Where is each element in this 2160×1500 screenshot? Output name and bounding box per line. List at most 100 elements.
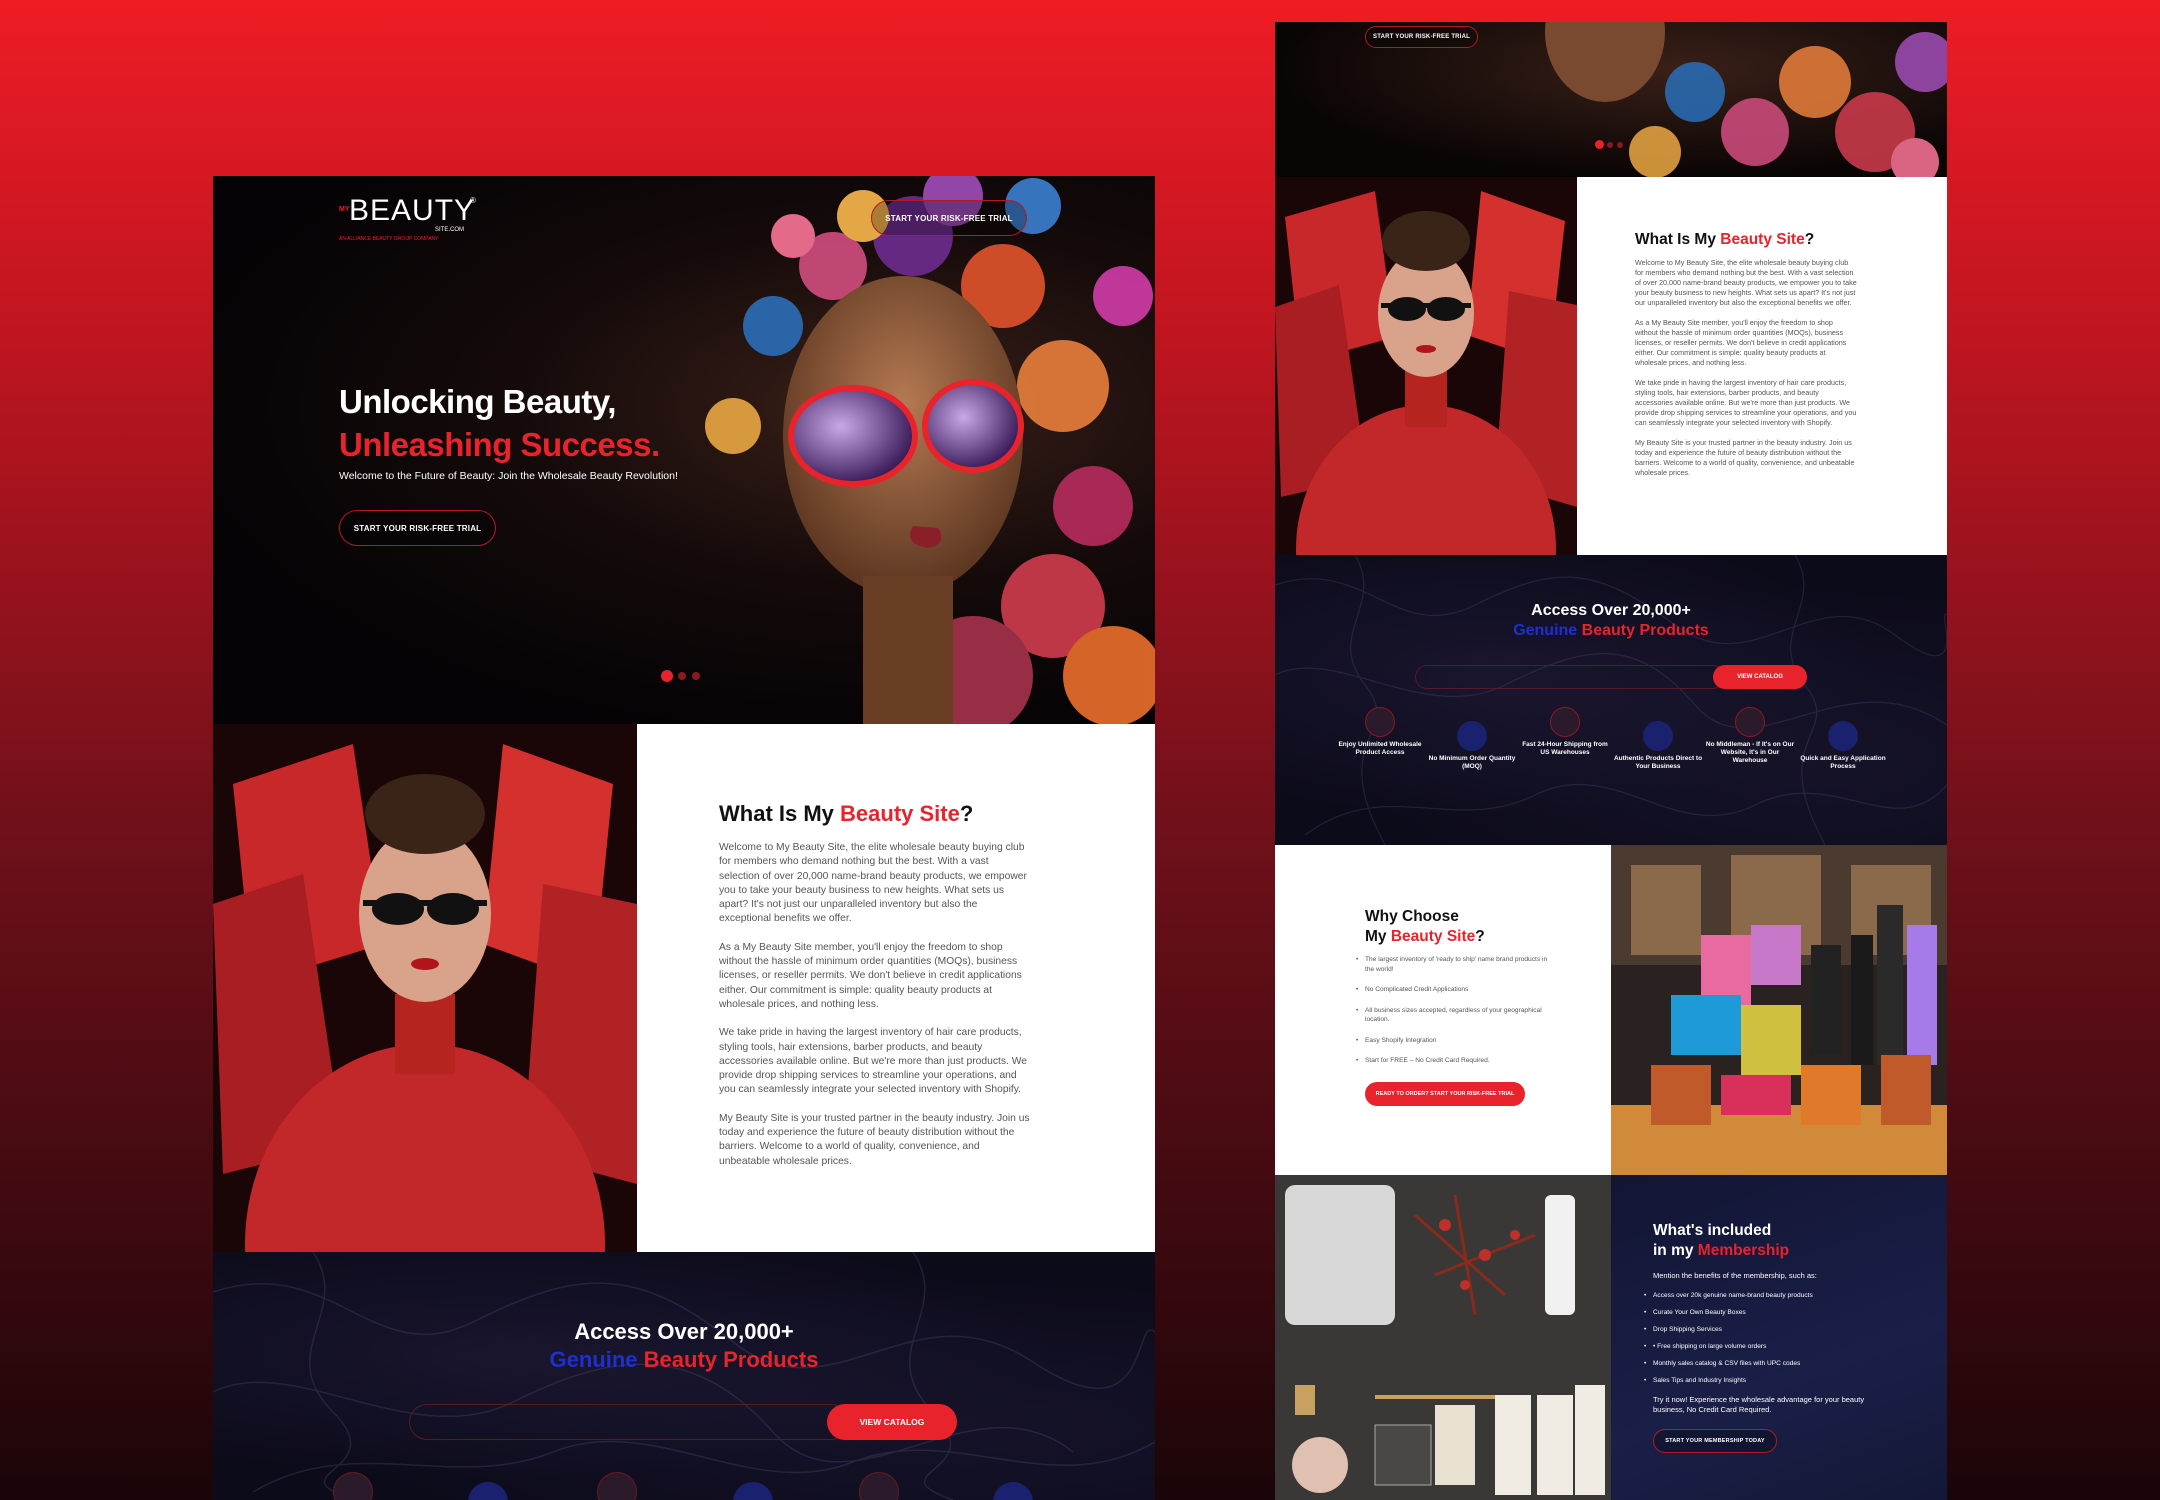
about-title-pre: What Is My (1635, 231, 1721, 248)
feature-label: Quick and Easy Application Process (1800, 755, 1886, 770)
why-choose-content: Why Choose My Beauty Site? The largest i… (1275, 845, 1611, 1175)
access-accent: Beauty Products (643, 1347, 819, 1372)
carousel-dot[interactable] (678, 672, 686, 680)
membership-list-item: Sales Tips and Industry Insights (1644, 1376, 1947, 1385)
membership-content: What's included in my Membership Mention… (1611, 1175, 1947, 1500)
carousel-dot[interactable] (1617, 142, 1623, 148)
hero-title: Unlocking Beauty, Unleashing Success. (339, 380, 660, 466)
why-choose-section: Why Choose My Beauty Site? The largest i… (1275, 845, 1947, 1175)
feature-item: No Middleman - If It's on Our Website, I… (1705, 707, 1795, 765)
about-section: What Is My Beauty Site? Welcome to My Be… (213, 724, 1155, 1252)
logo-sub: SITE.COM (435, 227, 465, 233)
logo-tag: AN ALLIANCE BEAUTY GROUP COMPANY (339, 236, 439, 242)
start-membership-button[interactable]: START YOUR MEMBERSHIP TODAY (1653, 1429, 1777, 1453)
catalog-search-input[interactable] (1415, 665, 1725, 689)
membership-list: Access over 20k genuine name-brand beaut… (1644, 1291, 1947, 1385)
right-about-section: What Is My Beauty Site? Welcome to My Be… (1275, 177, 1947, 555)
header-trial-button[interactable]: START YOUR RISK-FREE TRIAL (871, 200, 1027, 236)
feature-label: Authentic Products Direct to Your Busine… (1613, 755, 1703, 770)
why-title-line1: Why Choose (1365, 908, 1459, 925)
membership-section: What's included in my Membership Mention… (1275, 1175, 1947, 1500)
swirl-pattern (1275, 555, 1947, 845)
about-paragraph: Welcome to My Beauty Site, the elite who… (719, 842, 1027, 925)
about-title-post: ? (959, 801, 974, 826)
logo-brand: BEAUTY (349, 194, 476, 227)
feature-item: Enjoy Unlimited Wholesale Product Access (1335, 707, 1425, 757)
membership-list-item: Access over 20k genuine name-brand beaut… (1644, 1291, 1947, 1300)
about-title-accent: Beauty Site (1720, 231, 1805, 248)
feature-item: Quick and Easy Application Process (1798, 721, 1888, 771)
cart-icon (1457, 721, 1487, 751)
about-paragraph: As a My Beauty Site member, you'll enjoy… (719, 941, 1022, 1010)
hero-title-line2: Unleashing Success. (339, 426, 660, 463)
box-icon (1365, 707, 1395, 737)
about-paragraph: My Beauty Site is your trusted partner i… (1635, 438, 1855, 477)
catalog-search-input[interactable] (409, 1404, 849, 1440)
why-list-item: Easy Shopify Integration (1356, 1036, 1551, 1046)
warehouse-icon (1735, 707, 1765, 737)
box-icon (333, 1472, 373, 1500)
access-title-line2: Genuine Beauty Products (213, 1346, 1155, 1374)
why-list-item: The largest inventory of 'ready to ship'… (1356, 955, 1551, 974)
view-catalog-button[interactable]: VIEW CATALOG (827, 1404, 957, 1440)
clipboard-icon (1828, 721, 1858, 751)
access-accent: Beauty Products (1581, 622, 1709, 639)
why-list-item: Start for FREE – No Credit Card Required… (1356, 1056, 1551, 1066)
feature-label: Fast 24-Hour Shipping from US Warehouses (1522, 741, 1608, 756)
access-section: Access Over 20,000+ Genuine Beauty Produ… (213, 1252, 1155, 1500)
hero-trial-button[interactable]: START YOUR RISK-FREE TRIAL (339, 510, 496, 546)
right-access-section: Access Over 20,000+ Genuine Beauty Produ… (1275, 555, 1947, 845)
feature-item: Fast 24-Hour Shipping from US Warehouses (1520, 707, 1610, 757)
warehouse-icon (859, 1472, 899, 1500)
about-title-accent: Beauty Site (840, 801, 960, 826)
access-title-line1: Access Over 20,000+ (574, 1319, 794, 1344)
cart-icon (468, 1482, 508, 1500)
ready-to-order-button[interactable]: READY TO ORDER? START YOUR RISK-FREE TRI… (1365, 1081, 1525, 1106)
membership-list-item: Monthly sales catalog & CSV files with U… (1644, 1359, 1947, 1368)
why-list: The largest inventory of 'ready to ship'… (1356, 955, 1551, 1066)
carousel-dot[interactable] (1607, 142, 1613, 148)
membership-title-line1: What's included (1653, 1222, 1772, 1239)
clipboard-icon (993, 1482, 1033, 1500)
feature-label: No Middleman - If It's on Our Website, I… (1705, 741, 1795, 764)
access-title: Access Over 20,000+ Genuine Beauty Produ… (213, 1318, 1155, 1374)
view-catalog-button[interactable]: VIEW CATALOG (1713, 665, 1807, 689)
membership-intro: Mention the benefits of the membership, … (1653, 1271, 1817, 1280)
cosmetics-products-image (1611, 845, 1947, 1175)
carousel-dot-active[interactable] (1595, 140, 1604, 149)
about-title-post: ? (1804, 231, 1815, 248)
feature-item: Authentic Products Direct to Your Busine… (1613, 721, 1703, 771)
about-paragraph: We take pride in having the largest inve… (719, 1027, 1027, 1096)
about-paragraph: We take pride in having the largest inve… (1635, 378, 1857, 427)
access-title-line1: Access Over 20,000+ (1531, 602, 1691, 619)
carousel-dot[interactable] (692, 672, 700, 680)
top-trial-button[interactable]: START YOUR RISK-FREE TRIAL (1365, 26, 1478, 48)
swirl-pattern (213, 1252, 1155, 1500)
truck-icon (597, 1472, 637, 1500)
about-title: What Is My Beauty Site? (719, 801, 1155, 827)
about-paragraph: As a My Beauty Site member, you'll enjoy… (1635, 318, 1847, 367)
feature-label: No Minimum Order Quantity (MOQ) (1428, 755, 1516, 770)
membership-accent: Membership (1697, 1242, 1790, 1259)
about-paragraph: Welcome to My Beauty Site, the elite who… (1635, 258, 1857, 307)
about-content: What Is My Beauty Site? Welcome to My Be… (637, 724, 1155, 1252)
flatlay-products-image (1275, 1175, 1611, 1500)
membership-outro: Try it now! Experience the wholesale adv… (1653, 1395, 1865, 1414)
why-accent: Beauty Site (1390, 928, 1476, 945)
hero-carousel-dots[interactable] (661, 670, 711, 682)
shopping-bags-model-image (213, 724, 637, 1252)
membership-list-item: Curate Your Own Beauty Boxes (1644, 1308, 1947, 1317)
why-title: Why Choose My Beauty Site? (1365, 907, 1611, 947)
about-paragraph: My Beauty Site is your trusted partner i… (719, 1112, 1030, 1167)
right-hero-strip: START YOUR RISK-FREE TRIAL (1275, 22, 1947, 177)
membership-list-item: Drop Shipping Services (1644, 1325, 1947, 1334)
hero-carousel-dots[interactable] (1595, 140, 1631, 150)
right-about-content: What Is My Beauty Site? Welcome to My Be… (1577, 177, 1947, 555)
about-title: What Is My Beauty Site? (1635, 231, 1947, 249)
shopping-bags-model-image (1275, 177, 1577, 555)
hero-subtitle: Welcome to the Future of Beauty: Join th… (339, 470, 678, 482)
carousel-dot-active[interactable] (661, 670, 673, 682)
truck-icon (1550, 707, 1580, 737)
badge-icon (1643, 721, 1673, 751)
feature-item: No Minimum Order Quantity (MOQ) (1427, 721, 1517, 771)
